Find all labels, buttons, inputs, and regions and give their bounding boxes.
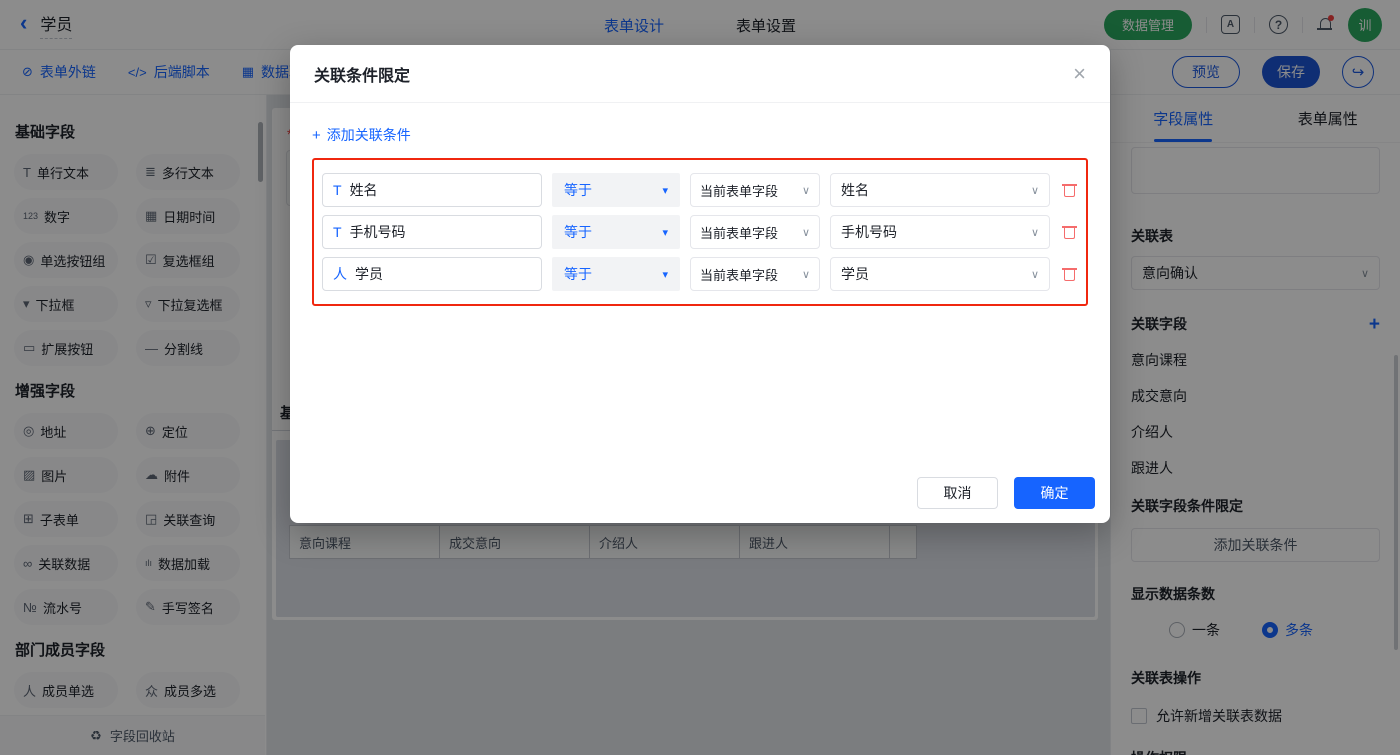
chevron-down-icon: ∨ [801,226,810,239]
operator-value: 等于 [564,266,592,282]
source-select[interactable]: 当前表单字段 ∨ [690,257,820,291]
delete-condition-icon[interactable] [1062,225,1077,239]
cancel-button[interactable]: 取消 [917,477,998,509]
operator-select[interactable]: 等于 ▾ [552,215,680,249]
condition-modal: 关联条件限定 × + 添加关联条件 T 姓名 等于 ▾ 当前表单字段 ∨ 姓名 ∨ T 手机号码等… [290,45,1110,523]
condition-annotation-box: T 姓名 等于 ▾ 当前表单字段 ∨ 姓名 ∨ T 手机号码 等于 ▾ 当前表单字段 ∨ 手机号码 ∨ 人学员等… [312,158,1088,306]
confirm-button[interactable]: 确定 [1014,477,1095,509]
chevron-down-icon: ∨ [1030,184,1039,197]
value-value: 学员 [841,266,869,282]
condition-field-value: 手机号码 [349,224,406,240]
value-value: 手机号码 [841,224,897,240]
operator-select[interactable]: 等于 ▾ [552,257,680,291]
condition-field-value: 学员 [355,266,383,282]
delete-condition-icon[interactable] [1062,183,1077,197]
condition-field-value: 姓名 [349,182,378,198]
value-select[interactable]: 手机号码 ∨ [830,215,1050,249]
single-text-icon: T [333,224,342,240]
add-condition-link-label: 添加关联条件 [326,127,411,143]
person-icon: 人 [333,266,347,282]
plus-icon: + [312,126,321,144]
caret-down-icon: ▾ [662,226,668,239]
close-icon[interactable]: × [1073,62,1086,85]
condition-row: T 手机号码 等于 ▾ 当前表单字段 ∨ 手机号码 ∨ [322,215,1078,249]
add-condition-link[interactable]: + 添加关联条件 [312,125,411,145]
condition-row: T 姓名 等于 ▾ 当前表单字段 ∨ 姓名 ∨ [322,173,1078,207]
condition-field-input[interactable]: T 姓名 [322,173,542,207]
condition-row: 人学员 等于 ▾ 当前表单字段 ∨ 学员 ∨ [322,257,1078,291]
value-select[interactable]: 学员 ∨ [830,257,1050,291]
source-select[interactable]: 当前表单字段 ∨ [690,173,820,207]
operator-value: 等于 [564,182,592,198]
chevron-down-icon: ∨ [801,184,810,197]
modal-title: 关联条件限定 [314,67,411,85]
caret-down-icon: ▾ [662,184,668,197]
operator-select[interactable]: 等于 ▾ [552,173,680,207]
condition-field-input[interactable]: T 手机号码 [322,215,542,249]
chevron-down-icon: ∨ [1030,268,1039,281]
caret-down-icon: ▾ [662,268,668,281]
source-value: 当前表单字段 [700,267,779,283]
source-value: 当前表单字段 [700,183,779,199]
single-text-icon: T [333,182,342,198]
app-root: ‹ 学员 表单设计 表单设置 数据管理 A ? 训 ⊘ 表单外链 </> 后端脚本 ▦ 数据… [0,0,1400,755]
source-value: 当前表单字段 [700,225,779,241]
value-value: 姓名 [841,182,869,198]
value-select[interactable]: 姓名 ∨ [830,173,1050,207]
delete-condition-icon[interactable] [1062,267,1077,281]
source-select[interactable]: 当前表单字段 ∨ [690,215,820,249]
condition-field-input[interactable]: 人学员 [322,257,542,291]
chevron-down-icon: ∨ [801,268,810,281]
chevron-down-icon: ∨ [1030,226,1039,239]
operator-value: 等于 [564,224,592,240]
